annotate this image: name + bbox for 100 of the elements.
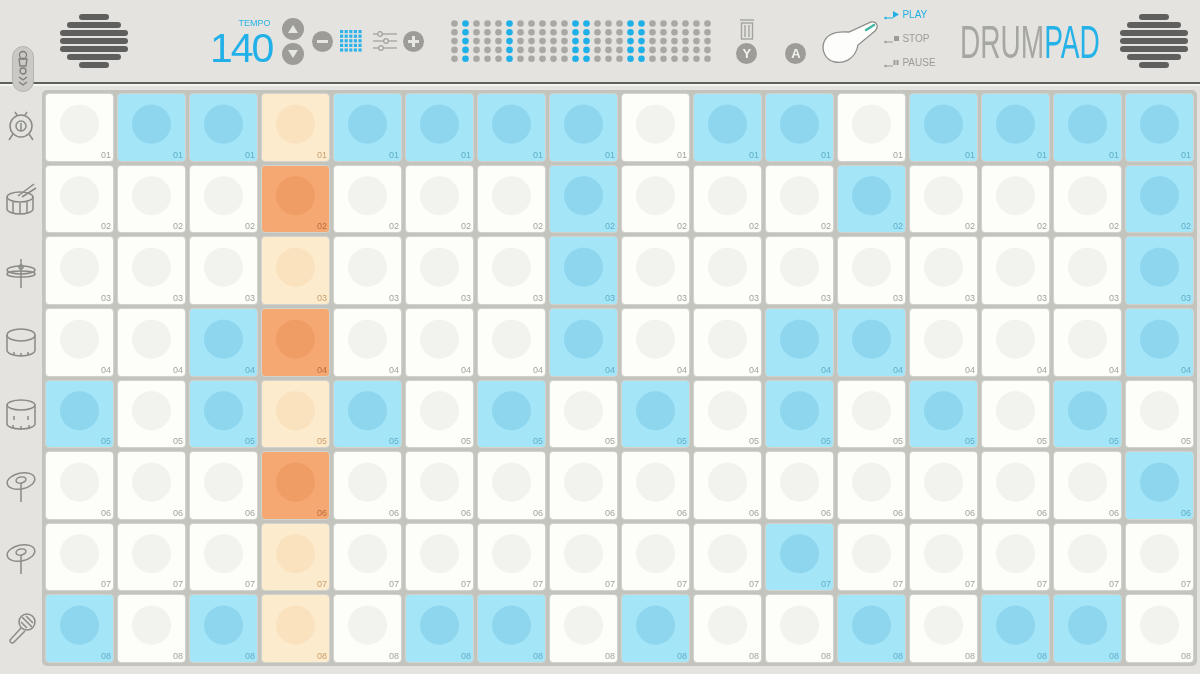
step-pad[interactable]: 06 — [117, 451, 186, 520]
step-pad[interactable]: 05 — [621, 379, 690, 449]
step-pad[interactable]: 03 — [117, 236, 186, 305]
step-pad[interactable]: 02 — [189, 164, 258, 234]
step-pad[interactable]: 07 — [261, 522, 330, 592]
step-pad[interactable]: 02 — [477, 164, 546, 234]
minus-button[interactable] — [312, 30, 334, 52]
step-pad[interactable]: 03 — [549, 236, 618, 305]
step-pad[interactable]: 06 — [477, 451, 546, 520]
step-pad[interactable]: 08 — [477, 594, 546, 663]
step-pad[interactable]: 04 — [549, 307, 618, 377]
step-pad[interactable]: 04 — [405, 307, 474, 377]
step-pad[interactable]: 06 — [621, 451, 690, 520]
step-pad[interactable]: 06 — [405, 451, 474, 520]
step-pad[interactable]: 07 — [189, 522, 258, 592]
step-pad[interactable]: 06 — [909, 451, 978, 520]
tempo-up-button[interactable] — [282, 17, 305, 40]
step-pad[interactable]: 06 — [1125, 451, 1194, 520]
step-pad[interactable]: 06 — [837, 451, 906, 520]
step-pad[interactable]: 04 — [45, 307, 114, 377]
step-pad[interactable]: 01 — [981, 93, 1050, 162]
step-pad[interactable]: 08 — [621, 594, 690, 663]
step-pad[interactable]: 07 — [45, 522, 114, 592]
step-pad[interactable]: 01 — [405, 93, 474, 162]
transport-option[interactable]: PLAY — [884, 7, 936, 21]
trash-icon[interactable] — [738, 18, 755, 40]
step-pad[interactable]: 06 — [189, 451, 258, 520]
step-pad[interactable]: 08 — [333, 594, 402, 663]
drawer-handle[interactable] — [12, 46, 34, 92]
step-pad[interactable]: 05 — [477, 379, 546, 449]
step-pad[interactable]: 01 — [837, 93, 906, 162]
step-pad[interactable]: 03 — [261, 236, 330, 305]
step-pad[interactable]: 01 — [261, 93, 330, 162]
step-pad[interactable]: 04 — [333, 307, 402, 377]
step-pad[interactable]: 08 — [1125, 594, 1194, 663]
step-pad[interactable]: 07 — [117, 522, 186, 592]
step-pad[interactable]: 03 — [981, 236, 1050, 305]
snare-drum-icon[interactable] — [4, 180, 38, 217]
step-pad[interactable]: 07 — [405, 522, 474, 592]
step-pad[interactable]: 08 — [693, 594, 762, 663]
step-pad[interactable]: 03 — [1053, 236, 1122, 305]
step-pad[interactable]: 07 — [1053, 522, 1122, 592]
plus-button[interactable] — [403, 30, 425, 52]
step-pad[interactable]: 02 — [909, 164, 978, 234]
step-pad[interactable]: 01 — [477, 93, 546, 162]
step-pad[interactable]: 05 — [189, 379, 258, 449]
step-pad[interactable]: 07 — [621, 522, 690, 592]
step-pad[interactable]: 05 — [1125, 379, 1194, 449]
step-pad[interactable]: 03 — [405, 236, 474, 305]
step-pad[interactable]: 03 — [621, 236, 690, 305]
step-pad[interactable]: 04 — [1053, 307, 1122, 377]
step-pad[interactable]: 07 — [981, 522, 1050, 592]
step-pad[interactable]: 02 — [693, 164, 762, 234]
step-pad[interactable]: 08 — [909, 594, 978, 663]
step-pad[interactable]: 05 — [549, 379, 618, 449]
step-pad[interactable]: 08 — [765, 594, 834, 663]
step-pad[interactable]: 06 — [981, 451, 1050, 520]
step-pad[interactable]: 01 — [909, 93, 978, 162]
step-pad[interactable]: 05 — [981, 379, 1050, 449]
step-pad[interactable]: 01 — [333, 93, 402, 162]
step-pad[interactable]: 02 — [549, 164, 618, 234]
step-pad[interactable]: 04 — [765, 307, 834, 377]
step-pad[interactable]: 08 — [405, 594, 474, 663]
step-pad[interactable]: 04 — [1125, 307, 1194, 377]
step-pad[interactable]: 06 — [45, 451, 114, 520]
step-pad[interactable]: 03 — [909, 236, 978, 305]
step-pad[interactable]: 08 — [45, 594, 114, 663]
step-pad[interactable]: 04 — [477, 307, 546, 377]
step-pad[interactable]: 03 — [45, 236, 114, 305]
step-pad[interactable]: 01 — [1125, 93, 1194, 162]
step-pad[interactable]: 01 — [1053, 93, 1122, 162]
step-pad[interactable]: 01 — [117, 93, 186, 162]
step-pad[interactable]: 07 — [333, 522, 402, 592]
step-pad[interactable]: 02 — [1125, 164, 1194, 234]
sliders-icon[interactable] — [372, 30, 399, 52]
step-pad[interactable]: 03 — [693, 236, 762, 305]
step-pad[interactable]: 05 — [117, 379, 186, 449]
step-pad[interactable]: 01 — [189, 93, 258, 162]
step-pad[interactable]: 01 — [621, 93, 690, 162]
step-pad[interactable]: 05 — [333, 379, 402, 449]
step-pad[interactable]: 03 — [1125, 236, 1194, 305]
step-pad[interactable]: 07 — [837, 522, 906, 592]
step-pad[interactable]: 01 — [693, 93, 762, 162]
step-pad[interactable]: 06 — [1053, 451, 1122, 520]
step-pad[interactable]: 08 — [117, 594, 186, 663]
step-pad[interactable]: 04 — [909, 307, 978, 377]
step-pad[interactable]: 05 — [405, 379, 474, 449]
step-pad[interactable]: 05 — [1053, 379, 1122, 449]
step-pad[interactable]: 07 — [477, 522, 546, 592]
step-pad[interactable]: 03 — [765, 236, 834, 305]
step-pad[interactable]: 05 — [45, 379, 114, 449]
step-pad[interactable]: 05 — [765, 379, 834, 449]
step-pad[interactable]: 07 — [549, 522, 618, 592]
step-pad[interactable]: 02 — [621, 164, 690, 234]
step-pad[interactable]: 04 — [837, 307, 906, 377]
step-pad[interactable]: 03 — [477, 236, 546, 305]
step-pad[interactable]: 08 — [981, 594, 1050, 663]
step-pad[interactable]: 08 — [837, 594, 906, 663]
step-pad[interactable]: 04 — [693, 307, 762, 377]
step-pad[interactable]: 03 — [333, 236, 402, 305]
